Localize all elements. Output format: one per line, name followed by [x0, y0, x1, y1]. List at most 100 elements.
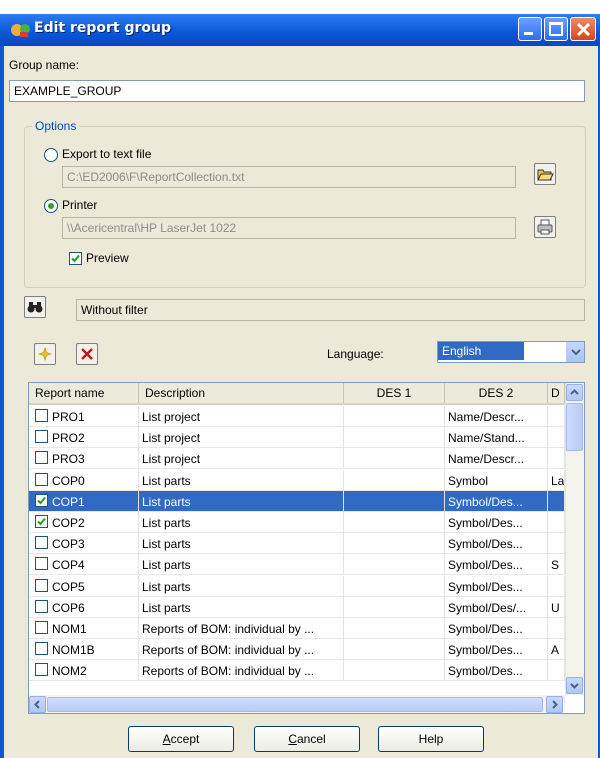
- table-row[interactable]: COP0 List parts Symbol La: [29, 469, 565, 491]
- cell-d: [548, 448, 565, 470]
- cell-description: Reports of BOM: individual by ...: [139, 618, 344, 639]
- table-row[interactable]: COP5 List parts Symbol/Des...: [29, 575, 565, 597]
- printer-label: Printer: [62, 198, 98, 212]
- add-report-button[interactable]: [34, 343, 56, 365]
- cell-report-name: NOM1B: [49, 639, 139, 661]
- window-title: Edit report group: [34, 20, 171, 36]
- cell-des2: Symbol/Des...: [445, 639, 548, 661]
- cell-report-name: COP2: [49, 512, 139, 533]
- row-checkbox[interactable]: [35, 642, 48, 656]
- cell-d: [548, 512, 565, 533]
- cell-des1: [344, 660, 445, 682]
- cell-description: List parts: [139, 490, 344, 512]
- cell-des1: [344, 448, 445, 470]
- column-header-des1[interactable]: DES 1: [344, 383, 445, 403]
- row-checkbox[interactable]: [35, 663, 48, 677]
- horizontal-scroll-thumb[interactable]: [47, 697, 543, 712]
- cell-report-name: PRO2: [49, 427, 139, 449]
- scroll-left-button[interactable]: [29, 696, 46, 713]
- scroll-up-button[interactable]: [566, 384, 583, 401]
- cell-d: [548, 575, 565, 597]
- language-selected: English: [438, 342, 524, 360]
- column-header-des2[interactable]: DES 2: [445, 383, 548, 403]
- vertical-scroll-thumb[interactable]: [566, 403, 583, 451]
- close-icon: [576, 22, 591, 37]
- row-checkbox[interactable]: [35, 621, 48, 634]
- row-checkbox[interactable]: [35, 451, 48, 465]
- minimize-button[interactable]: [518, 17, 542, 41]
- table-row[interactable]: COP6 List parts Symbol/Des/... U: [29, 596, 565, 618]
- help-button[interactable]: Help: [378, 726, 484, 752]
- cell-report-name: COP5: [49, 575, 139, 597]
- cell-des1: [344, 427, 445, 449]
- cell-des2: Symbol/Des...: [445, 554, 548, 576]
- cell-des2: Symbol/Des...: [445, 533, 548, 555]
- folder-open-icon: [537, 169, 554, 181]
- table-row[interactable]: NOM1B Reports of BOM: individual by ... Sy…: [29, 639, 565, 661]
- export-path-input[interactable]: C:\ED2006\F\ReportCollection.txt: [62, 166, 516, 188]
- row-checkbox[interactable]: [35, 536, 48, 550]
- maximize-icon: [549, 22, 563, 36]
- add-star-icon: [38, 347, 52, 361]
- export-text-label: Export to text file: [62, 147, 152, 161]
- row-checkbox[interactable]: [35, 409, 48, 422]
- browse-file-button[interactable]: [534, 163, 556, 185]
- printer-path-input[interactable]: \\Acericentral\HP LaserJet 1022: [62, 217, 516, 239]
- row-checkbox[interactable]: [35, 599, 48, 613]
- column-header-d[interactable]: D: [548, 383, 565, 403]
- filter-button[interactable]: [24, 296, 46, 318]
- row-checkbox[interactable]: [35, 493, 48, 507]
- cell-description: List parts: [139, 554, 344, 576]
- language-dropdown-button[interactable]: [566, 342, 584, 362]
- cell-des2: Symbol/Des...: [445, 512, 548, 533]
- column-header-report-name[interactable]: Report name: [29, 383, 139, 403]
- delete-x-icon: [81, 348, 93, 360]
- group-name-input[interactable]: EXAMPLE_GROUP: [9, 80, 585, 102]
- cell-d: [548, 490, 565, 512]
- maximize-button[interactable]: [544, 17, 568, 41]
- cell-des1: [344, 469, 445, 491]
- table-row[interactable]: COP2 List parts Symbol/Des...: [29, 512, 565, 533]
- table-row[interactable]: COP4 List parts Symbol/Des... S: [29, 554, 565, 576]
- cell-des1: [344, 639, 445, 661]
- table-row[interactable]: COP1 List parts Symbol/Des...: [29, 490, 565, 512]
- scroll-right-button[interactable]: [546, 696, 563, 713]
- cancel-button[interactable]: Cancel: [254, 726, 360, 752]
- report-group-icon: [10, 21, 32, 39]
- cell-report-name: COP3: [49, 533, 139, 555]
- preview-checkbox[interactable]: [69, 252, 82, 265]
- cell-d: A: [548, 639, 565, 661]
- binoculars-icon: [27, 302, 43, 313]
- row-checkbox[interactable]: [35, 472, 48, 486]
- printer-setup-button[interactable]: [534, 216, 556, 238]
- table-row[interactable]: PRO1 List project Name/Descr...: [29, 406, 565, 427]
- minimize-icon: [524, 32, 533, 35]
- cell-report-name: NOM2: [49, 660, 139, 682]
- checkmark-icon: [71, 254, 80, 263]
- table-row[interactable]: NOM2 Reports of BOM: individual by ... Sym…: [29, 660, 565, 682]
- chevron-up-icon: [570, 389, 579, 395]
- column-header-description[interactable]: Description: [139, 383, 344, 403]
- table-row[interactable]: PRO2 List project Name/Stand...: [29, 427, 565, 449]
- cell-report-name: PRO3: [49, 448, 139, 470]
- table-row[interactable]: NOM1 Reports of BOM: individual by ... Sym…: [29, 618, 565, 639]
- row-checkbox[interactable]: [35, 578, 48, 592]
- table-row[interactable]: COP3 List parts Symbol/Des...: [29, 533, 565, 555]
- cell-des2: Symbol/Des/...: [445, 596, 548, 618]
- table-row[interactable]: PRO3 List project Name/Descr...: [29, 448, 565, 470]
- cell-report-name: COP6: [49, 596, 139, 618]
- accept-button[interactable]: Accept: [128, 726, 234, 752]
- close-button[interactable]: [570, 17, 596, 41]
- row-checkbox[interactable]: [35, 515, 48, 528]
- reports-list-header: Report name Description DES 1 DES 2 D: [29, 383, 565, 405]
- export-text-radio[interactable]: [44, 148, 58, 162]
- printer-radio[interactable]: [44, 199, 58, 213]
- cell-description: List project: [139, 406, 344, 427]
- cell-des1: [344, 512, 445, 533]
- cell-description: List parts: [139, 512, 344, 533]
- row-checkbox[interactable]: [35, 557, 48, 571]
- row-checkbox[interactable]: [35, 430, 48, 444]
- checkmark-icon: [37, 496, 46, 505]
- delete-report-button[interactable]: [76, 343, 98, 365]
- scroll-down-button[interactable]: [566, 677, 583, 694]
